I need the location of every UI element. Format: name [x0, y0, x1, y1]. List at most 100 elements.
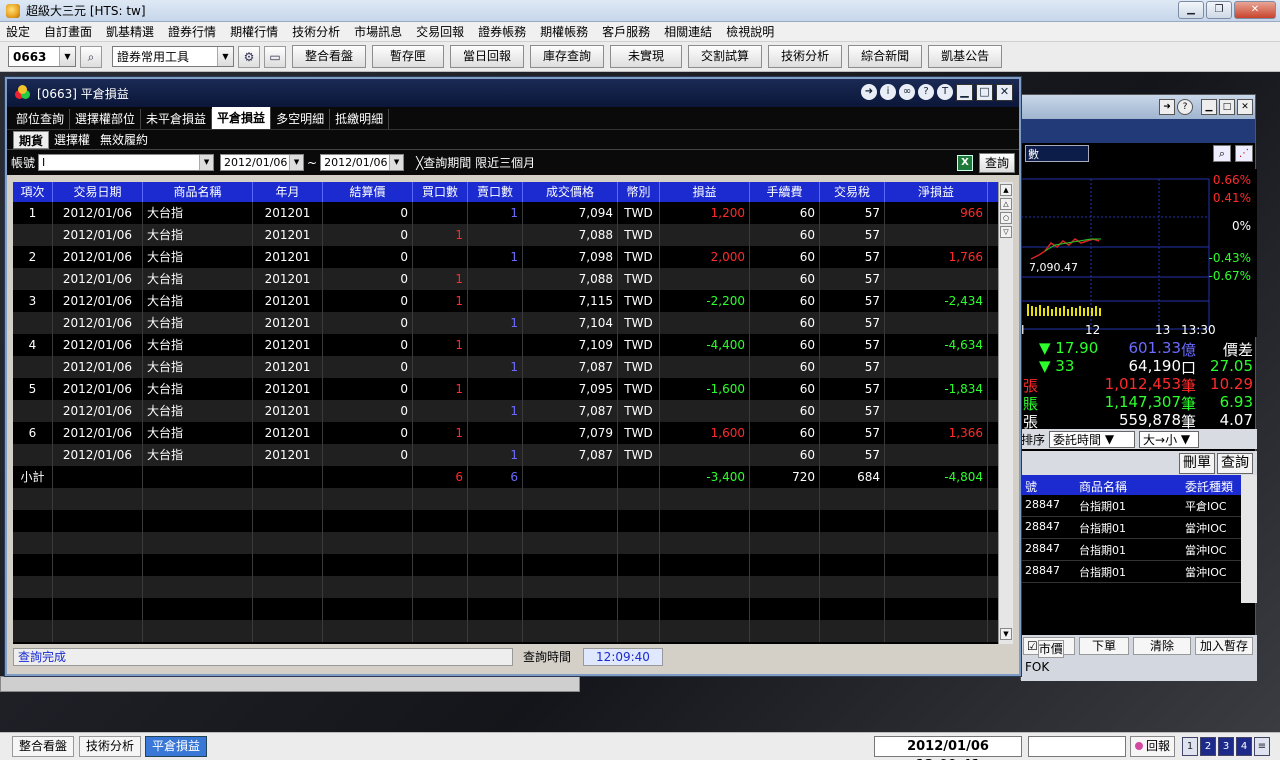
- stock-code-select[interactable]: 0663 ▼: [8, 46, 76, 67]
- table-row[interactable]: 2012/01/06 大台指 201201 0 1 7,104 TWD 60 57: [13, 312, 998, 334]
- toolbar-button[interactable]: 當日回報: [450, 45, 525, 68]
- table-row[interactable]: 2012/01/06 大台指 201201 0 1 7,087 TWD 60 57: [13, 444, 998, 466]
- maximize-icon[interactable]: □: [976, 84, 993, 101]
- taskbar-tab-active[interactable]: 平倉損益: [145, 736, 208, 757]
- tab[interactable]: 抵繳明細: [330, 109, 390, 129]
- menu-item[interactable]: 期權帳務: [540, 23, 588, 40]
- date-to-picker[interactable]: 2012/01/06 ▼: [320, 154, 405, 171]
- column-header[interactable]: 結算價: [323, 182, 413, 202]
- scroll-top-icon[interactable]: ▲: [1000, 184, 1012, 196]
- maximize-icon[interactable]: ❐: [1206, 1, 1232, 19]
- menu-item[interactable]: 自訂畫面: [44, 23, 92, 40]
- toolbar-button[interactable]: 技術分析: [768, 45, 843, 68]
- column-header[interactable]: 損益: [660, 182, 750, 202]
- chevron-down-icon[interactable]: ▼: [389, 155, 404, 170]
- column-header[interactable]: 交易稅: [820, 182, 885, 202]
- order-row[interactable]: 28847 台指期01 當沖IOC: [1021, 517, 1241, 539]
- column-header[interactable]: 號: [1025, 478, 1037, 495]
- menu-item[interactable]: 證券帳務: [478, 23, 526, 40]
- order-row[interactable]: 28847 台指期01 當沖IOC: [1021, 539, 1241, 561]
- scroll-thumb[interactable]: ○: [1000, 212, 1012, 224]
- chevron-down-icon[interactable]: ▼: [59, 47, 75, 66]
- gear-icon[interactable]: ⚙: [238, 45, 260, 68]
- workspace-button[interactable]: 2: [1200, 737, 1216, 756]
- tab[interactable]: 未平倉損益: [141, 109, 213, 129]
- menu-item[interactable]: 設定: [6, 23, 30, 40]
- tab[interactable]: 選擇權部位: [70, 109, 142, 129]
- export-icon[interactable]: ➜: [861, 84, 877, 100]
- place-order-button[interactable]: 下單: [1079, 637, 1129, 655]
- workspace-button[interactable]: 1: [1182, 737, 1198, 756]
- table-row[interactable]: 3 2012/01/06 大台指 201201 0 1 7,115 TWD -2,200 60 57…: [13, 290, 998, 312]
- order-row[interactable]: 28847 台指期01 當沖IOC: [1021, 561, 1241, 583]
- column-header[interactable]: 買口數: [413, 182, 468, 202]
- close-icon[interactable]: ✕: [996, 84, 1013, 101]
- order-row[interactable]: 28847 台指期01 平倉IOC: [1021, 495, 1241, 517]
- toolbar-button[interactable]: 交割試算: [688, 45, 763, 68]
- column-header[interactable]: 幣別: [618, 182, 660, 202]
- toolbar-button[interactable]: 庫存查詢: [530, 45, 605, 68]
- toolbar-button[interactable]: 未實現: [610, 45, 683, 68]
- menu-item[interactable]: 期權行情: [230, 23, 278, 40]
- column-header[interactable]: 成交價格: [523, 182, 618, 202]
- taskbar-input[interactable]: [1028, 736, 1126, 757]
- window-add-icon[interactable]: ▭: [264, 45, 286, 68]
- subtab-active[interactable]: 期貨: [13, 131, 50, 149]
- account-select[interactable]: I ▼: [38, 154, 215, 171]
- table-row[interactable]: 4 2012/01/06 大台指 201201 0 1 7,109 TWD -4,400 60 57…: [13, 334, 998, 356]
- menu-icon[interactable]: ≡: [1254, 737, 1270, 756]
- chevron-down-icon[interactable]: ▼: [199, 155, 214, 170]
- text-icon[interactable]: T: [937, 84, 953, 100]
- workspace-button[interactable]: 4: [1236, 737, 1252, 756]
- column-header[interactable]: 交易日期: [53, 182, 143, 202]
- subtab[interactable]: 選擇權: [49, 131, 95, 149]
- side-search-input[interactable]: 數: [1025, 145, 1089, 162]
- tab[interactable]: 部位查詢: [11, 109, 71, 129]
- minimize-icon[interactable]: ▁: [1178, 1, 1204, 19]
- table-row[interactable]: 6 2012/01/06 大台指 201201 0 1 7,079 TWD 1,600 60 57 1…: [13, 422, 998, 444]
- subtab[interactable]: 無效履約: [95, 131, 153, 149]
- column-header[interactable]: 年月: [253, 182, 323, 202]
- menu-item[interactable]: 市場訊息: [354, 23, 402, 40]
- toolbar-button[interactable]: 整合看盤: [292, 45, 367, 68]
- menu-item[interactable]: 技術分析: [292, 23, 340, 40]
- table-scrollbar[interactable]: ▲ △ ○ ▽ ▼: [998, 182, 1013, 644]
- tab[interactable]: 多空明細: [271, 109, 331, 129]
- menu-item[interactable]: 相關連結: [664, 23, 712, 40]
- column-header[interactable]: 商品名稱: [143, 182, 253, 202]
- report-button[interactable]: 回報: [1130, 736, 1176, 757]
- table-row[interactable]: 2012/01/06 大台指 201201 0 1 7,088 TWD 60 57: [13, 268, 998, 290]
- tools-select[interactable]: 證券常用工具 ▼: [112, 46, 234, 67]
- delete-order-button[interactable]: 刪單: [1179, 453, 1215, 474]
- link-icon[interactable]: ∞: [899, 84, 915, 100]
- toolbar-button[interactable]: 凱基公告: [928, 45, 1003, 68]
- table-row[interactable]: 1 2012/01/06 大台指 201201 0 1 7,094 TWD 1,200 60 57 9…: [13, 202, 998, 224]
- menu-item[interactable]: 證券行情: [168, 23, 216, 40]
- table-row[interactable]: 2012/01/06 大台指 201201 0 1 7,088 TWD 60 57: [13, 224, 998, 246]
- column-header[interactable]: 手續費: [750, 182, 820, 202]
- menu-item[interactable]: 檢視說明: [726, 23, 774, 40]
- table-row[interactable]: 2012/01/06 大台指 201201 0 1 7,087 TWD 60 57: [13, 356, 998, 378]
- table-row[interactable]: 2 2012/01/06 大台指 201201 0 1 7,098 TWD 2,000 60 57 1…: [13, 246, 998, 268]
- order-table-scrollbar[interactable]: [1241, 475, 1257, 603]
- scroll-up-icon[interactable]: △: [1000, 198, 1012, 210]
- taskbar-tab[interactable]: 技術分析: [79, 736, 142, 757]
- info-icon[interactable]: i: [880, 84, 896, 100]
- scroll-bottom-icon[interactable]: ▼: [1000, 628, 1012, 640]
- table-row[interactable]: 5 2012/01/06 大台指 201201 0 1 7,095 TWD -1,600 60 57…: [13, 378, 998, 400]
- excel-export-icon[interactable]: X: [957, 155, 973, 171]
- column-header[interactable]: 項次: [13, 182, 53, 202]
- workspace-button[interactable]: 3: [1218, 737, 1234, 756]
- close-icon[interactable]: ✕: [1234, 1, 1276, 19]
- help-icon[interactable]: ?: [1177, 99, 1193, 115]
- add-temp-button[interactable]: 加入暫存: [1195, 637, 1253, 655]
- help-icon[interactable]: ?: [918, 84, 934, 100]
- table-row[interactable]: 2012/01/06 大台指 201201 0 1 7,087 TWD 60 57: [13, 400, 998, 422]
- menu-item[interactable]: 交易回報: [416, 23, 464, 40]
- query-button[interactable]: 查詢: [978, 153, 1015, 173]
- scroll-down-icon[interactable]: ▽: [1000, 226, 1012, 238]
- search-icon[interactable]: ⌕: [1213, 145, 1231, 162]
- taskbar-tab[interactable]: 整合看盤: [12, 736, 75, 757]
- export-icon[interactable]: ➜: [1159, 99, 1175, 115]
- toolbar-button[interactable]: 暫存匣: [372, 45, 445, 68]
